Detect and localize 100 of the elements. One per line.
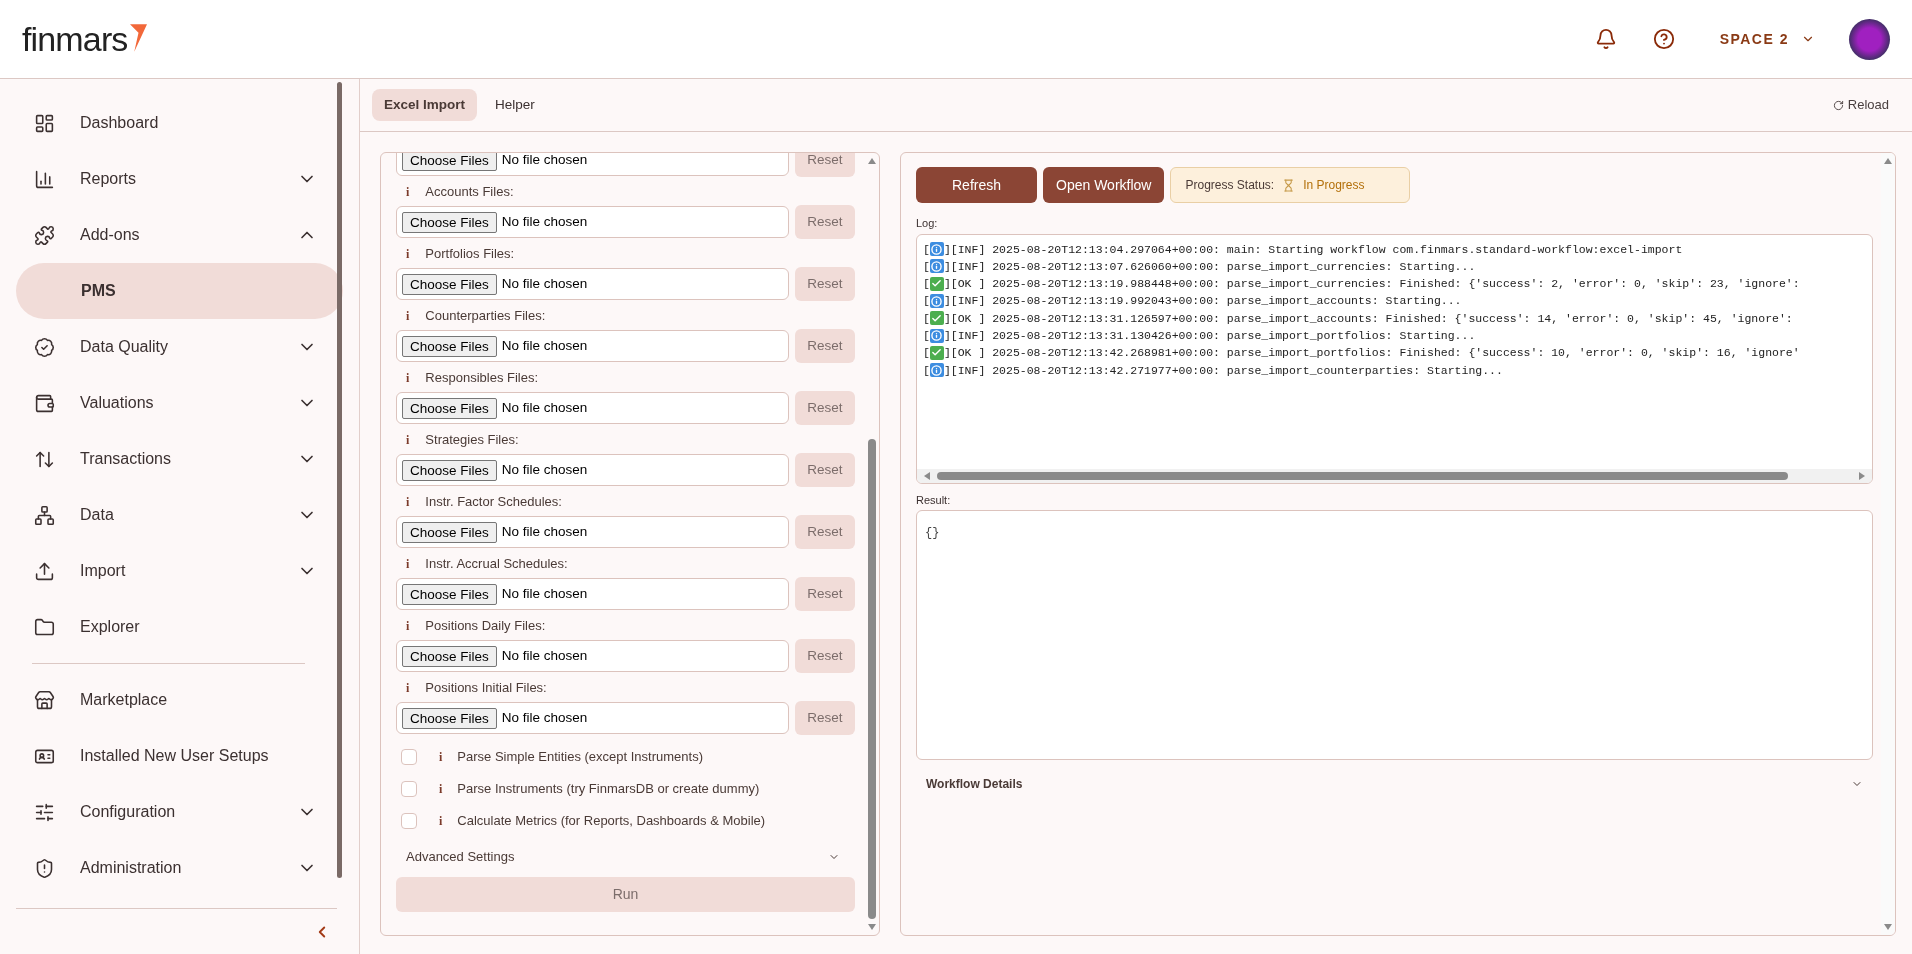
sidebar-item[interactable]: Data Quality	[0, 319, 337, 375]
reset-button[interactable]: Reset	[795, 515, 855, 549]
scroll-left-icon[interactable]	[923, 471, 931, 480]
sidebar-item[interactable]: Transactions	[0, 431, 337, 487]
scroll-up-icon[interactable]	[868, 157, 876, 165]
info-icon[interactable]: i	[406, 368, 410, 387]
reload-button[interactable]: Reload	[1832, 95, 1889, 115]
reset-button[interactable]: Reset	[795, 639, 855, 673]
choose-files-button[interactable]: Choose Files	[402, 645, 497, 667]
info-icon[interactable]: i	[406, 182, 410, 201]
notification-bell-icon[interactable]	[1594, 28, 1617, 50]
scroll-right-icon[interactable]	[1858, 471, 1866, 480]
scrollbar-thumb[interactable]	[868, 439, 876, 919]
space-selector[interactable]: SPACE 2	[1719, 28, 1815, 50]
log-label: Log:	[916, 216, 939, 231]
bar-chart-icon	[34, 168, 55, 190]
logo-triangle-icon	[129, 24, 147, 52]
log-line: ][OK ] 2025-08-20T12:13:42.268981+00:00: parse_import_portfolios: Finished: {'success': 10, 'error': 0, 'skip': 16, 'ignore'	[943, 345, 1800, 362]
sidebar-item[interactable]: Import	[0, 543, 337, 599]
file-input[interactable]: Choose Files No file chosen	[396, 206, 789, 238]
info-icon[interactable]: i	[406, 430, 410, 449]
help-icon[interactable]	[1652, 28, 1675, 50]
tab[interactable]: Excel Import	[372, 89, 478, 121]
tab[interactable]: Helper	[483, 89, 547, 121]
log-area[interactable]	[916, 233, 1873, 484]
log-bracket: [	[923, 276, 930, 293]
file-input[interactable]: Choose Files No file chosen	[396, 702, 789, 734]
choose-files-button[interactable]: Choose Files	[402, 521, 497, 543]
workflow-details-toggle[interactable]: Workflow Details	[916, 760, 1873, 808]
hourglass-icon	[1282, 178, 1296, 192]
choose-files-button[interactable]: Choose Files	[402, 335, 497, 357]
log-bracket: [	[923, 241, 930, 258]
log-bracket: [	[923, 293, 930, 310]
sidebar-item[interactable]: Add-ons	[0, 207, 337, 263]
choose-files-button[interactable]: Choose Files	[402, 153, 497, 171]
info-icon[interactable]: i	[406, 678, 410, 697]
sidebar-item[interactable]: Configuration	[0, 784, 337, 840]
check-icon	[929, 276, 944, 291]
reset-button[interactable]: Reset	[795, 205, 855, 239]
reset-button[interactable]: Reset	[795, 577, 855, 611]
sidebar-item[interactable]: Dashboard	[0, 95, 337, 151]
file-status: No file chosen	[501, 274, 588, 293]
scrollbar[interactable]	[337, 82, 342, 878]
sliders-icon	[34, 801, 55, 823]
file-input[interactable]: Choose Files No file chosen	[396, 392, 789, 424]
reset-button[interactable]: Reset	[795, 267, 855, 301]
info-icon	[929, 242, 944, 257]
run-button[interactable]: Run	[396, 877, 855, 912]
file-input[interactable]: Choose Files No file chosen	[396, 454, 789, 486]
hierarchy-icon	[34, 504, 55, 526]
file-input[interactable]: Choose Files No file chosen	[396, 153, 789, 176]
scroll-down-icon[interactable]	[868, 923, 876, 931]
info-icon[interactable]: i	[406, 492, 410, 511]
file-input[interactable]: Choose Files No file chosen	[396, 330, 789, 362]
choose-files-button[interactable]: Choose Files	[402, 273, 497, 295]
file-input[interactable]: Choose Files No file chosen	[396, 578, 789, 610]
info-icon[interactable]: i	[406, 616, 410, 635]
sidebar-item[interactable]: Reports	[0, 151, 337, 207]
sidebar-item[interactable]: Data	[0, 487, 337, 543]
reset-button[interactable]: Reset	[795, 153, 855, 177]
info-icon[interactable]: i	[406, 306, 410, 325]
info-icon[interactable]: i	[439, 780, 443, 798]
checkbox[interactable]	[401, 813, 417, 829]
sidebar-item[interactable]: Administration	[0, 840, 337, 896]
result-area[interactable]: {}	[916, 510, 1873, 760]
reset-button[interactable]: Reset	[795, 701, 855, 735]
info-icon[interactable]: i	[439, 748, 443, 766]
file-input[interactable]: Choose Files No file chosen	[396, 640, 789, 672]
scrollbar-thumb[interactable]	[937, 471, 1788, 480]
reset-button[interactable]: Reset	[795, 453, 855, 487]
reset-button[interactable]: Reset	[795, 329, 855, 363]
reset-button[interactable]: Reset	[795, 391, 855, 425]
field-label: Positions Daily Files:	[425, 616, 546, 635]
open-workflow-button[interactable]: Open Workflow	[1043, 167, 1165, 203]
choose-files-button[interactable]: Choose Files	[402, 707, 497, 729]
scroll-up-icon[interactable]	[1884, 157, 1892, 165]
info-icon[interactable]: i	[406, 554, 410, 573]
avatar[interactable]	[1849, 18, 1890, 60]
file-input[interactable]: Choose Files No file chosen	[396, 268, 789, 300]
info-icon[interactable]: i	[439, 812, 443, 830]
choose-files-button[interactable]: Choose Files	[402, 583, 497, 605]
reload-icon	[1832, 99, 1844, 111]
choose-files-button[interactable]: Choose Files	[402, 459, 497, 481]
sidebar-item[interactable]: Installed New User Setups	[0, 728, 337, 784]
info-icon	[929, 363, 944, 378]
check-icon	[929, 345, 944, 360]
checkbox[interactable]	[401, 749, 417, 765]
puzzle-icon	[34, 224, 55, 246]
sidebar-item[interactable]: Explorer	[0, 599, 337, 655]
refresh-button[interactable]: Refresh	[916, 167, 1037, 203]
choose-files-button[interactable]: Choose Files	[402, 211, 497, 233]
checkbox[interactable]	[401, 781, 417, 797]
log-bracket: [	[923, 328, 930, 344]
file-input[interactable]: Choose Files No file chosen	[396, 516, 789, 548]
advanced-settings-toggle[interactable]: Advanced Settings	[396, 837, 855, 877]
info-icon[interactable]: i	[406, 244, 410, 263]
sidebar-item[interactable]: Valuations	[0, 375, 337, 431]
choose-files-button[interactable]: Choose Files	[402, 397, 497, 419]
sidebar-item[interactable]: Marketplace	[0, 672, 337, 728]
scroll-down-icon[interactable]	[1884, 923, 1892, 931]
